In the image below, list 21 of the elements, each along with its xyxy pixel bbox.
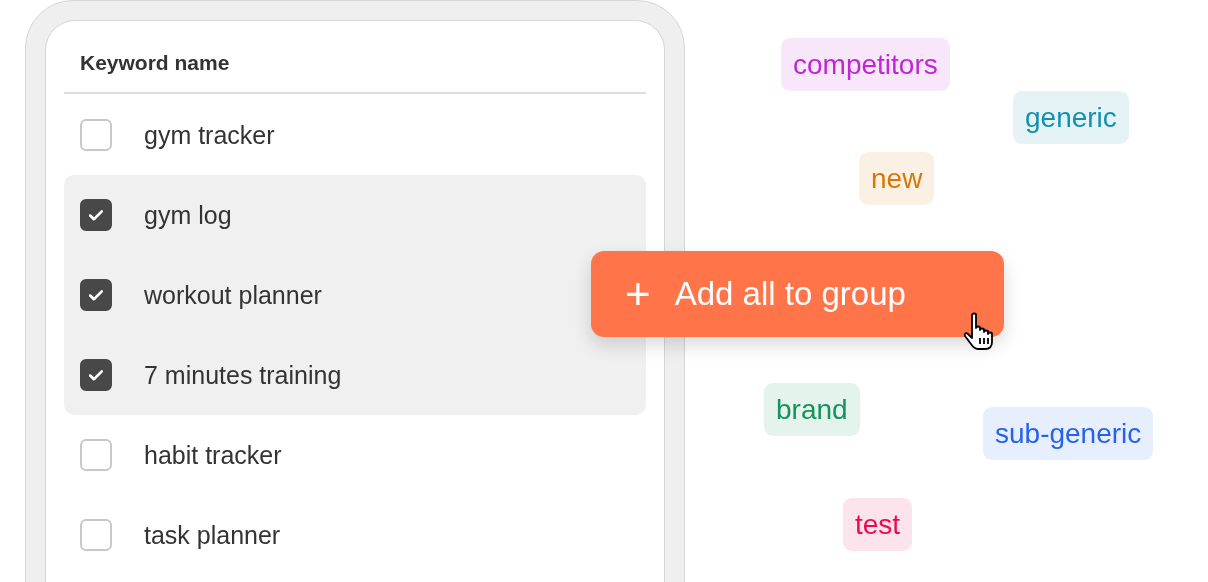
check-icon xyxy=(89,289,103,301)
check-icon xyxy=(89,369,103,381)
group-tag[interactable]: brand xyxy=(764,383,860,436)
plus-icon: + xyxy=(625,272,651,316)
group-tag[interactable]: new xyxy=(859,152,935,205)
keyword-name: habit tracker xyxy=(144,440,282,470)
keyword-name: 7 minutes training xyxy=(144,360,342,390)
checkbox[interactable] xyxy=(80,279,112,311)
keyword-name: gym tracker xyxy=(144,120,275,150)
keyword-name: task planner xyxy=(144,520,281,550)
checkbox[interactable] xyxy=(80,359,112,391)
group-tag[interactable]: generic xyxy=(1013,91,1129,144)
checkbox[interactable] xyxy=(80,199,112,231)
keyword-name: workout planner xyxy=(144,280,322,310)
keyword-name: gym log xyxy=(144,200,232,230)
group-tag[interactable]: competitors xyxy=(781,38,950,91)
add-all-to-group-button[interactable]: + Add all to group xyxy=(591,251,1004,337)
group-tag[interactable]: test xyxy=(843,498,913,551)
check-icon xyxy=(89,209,103,221)
group-tag[interactable]: sub-generic xyxy=(983,407,1154,460)
column-header: Keyword name xyxy=(79,50,231,76)
